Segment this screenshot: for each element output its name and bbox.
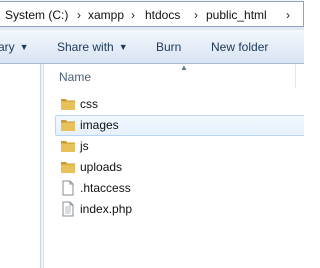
folder-icon bbox=[61, 162, 75, 173]
file-name: js bbox=[80, 139, 89, 153]
pane-splitter[interactable] bbox=[40, 64, 44, 268]
list-item-uploads[interactable]: uploads bbox=[55, 157, 304, 178]
file-name: .htaccess bbox=[80, 181, 131, 195]
organize-button[interactable]: ary ▼ bbox=[0, 38, 29, 56]
share-with-label: Share with bbox=[57, 40, 114, 54]
text-file-icon bbox=[62, 201, 74, 217]
folder-icon bbox=[61, 99, 75, 110]
column-name-header[interactable]: Name bbox=[59, 69, 91, 85]
file-name: uploads bbox=[80, 160, 123, 174]
file-name: index.php bbox=[80, 202, 133, 216]
folder-icon bbox=[61, 141, 75, 152]
crumb-separator-arrow-icon[interactable]: › bbox=[286, 6, 290, 24]
share-with-button[interactable]: Share with ▼ bbox=[57, 38, 128, 56]
crumb-htdocs[interactable]: htdocs bbox=[145, 6, 180, 24]
chevron-down-icon: ▼ bbox=[19, 42, 29, 52]
column-header: Name ▲ bbox=[44, 64, 304, 88]
crumb-system-c[interactable]: System (C:) bbox=[5, 6, 68, 24]
folder-icon bbox=[61, 120, 75, 131]
list-item-htaccess[interactable]: .htaccess bbox=[55, 178, 304, 199]
file-name: images bbox=[80, 118, 119, 132]
crumb-xampp[interactable]: xampp bbox=[88, 6, 124, 24]
column-divider[interactable] bbox=[295, 64, 296, 88]
address-bar: System (C:) › xampp › htdocs › public_ht… bbox=[0, 0, 304, 30]
list-item-images[interactable]: images bbox=[55, 115, 304, 136]
crumb-separator-arrow-icon[interactable]: › bbox=[77, 6, 81, 24]
command-bar: ary ▼ Share with ▼ Burn New folder bbox=[0, 30, 304, 64]
navigation-pane[interactable] bbox=[0, 64, 40, 268]
crumb-separator-arrow-icon[interactable]: › bbox=[131, 6, 135, 24]
chevron-down-icon: ▼ bbox=[118, 42, 128, 52]
new-folder-button[interactable]: New folder bbox=[211, 38, 268, 56]
crumb-separator-arrow-icon[interactable]: › bbox=[194, 6, 198, 24]
list-item-index-php[interactable]: index.php bbox=[55, 199, 304, 220]
list-item-css[interactable]: css bbox=[55, 94, 304, 115]
file-name: css bbox=[80, 97, 98, 111]
sort-ascending-icon: ▲ bbox=[180, 63, 188, 72]
address-box[interactable]: System (C:) › xampp › htdocs › public_ht… bbox=[0, 1, 304, 27]
blank-file-icon bbox=[62, 180, 74, 196]
crumb-public-html[interactable]: public_html bbox=[206, 6, 267, 24]
organize-label: ary bbox=[0, 40, 15, 54]
list-item-js[interactable]: js bbox=[55, 136, 304, 157]
burn-button[interactable]: Burn bbox=[156, 38, 181, 56]
